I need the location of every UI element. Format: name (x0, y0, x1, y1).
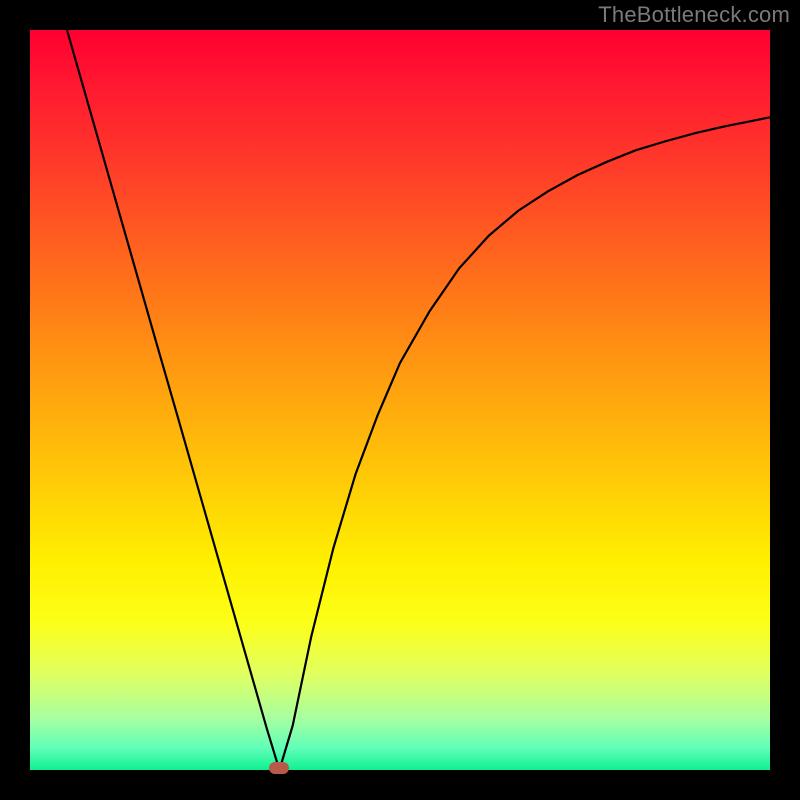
chart-container: TheBottleneck.com (0, 0, 800, 800)
watermark-text: TheBottleneck.com (598, 2, 790, 28)
bottleneck-curve (30, 30, 770, 770)
minimum-marker (269, 762, 289, 774)
plot-area (30, 30, 770, 770)
